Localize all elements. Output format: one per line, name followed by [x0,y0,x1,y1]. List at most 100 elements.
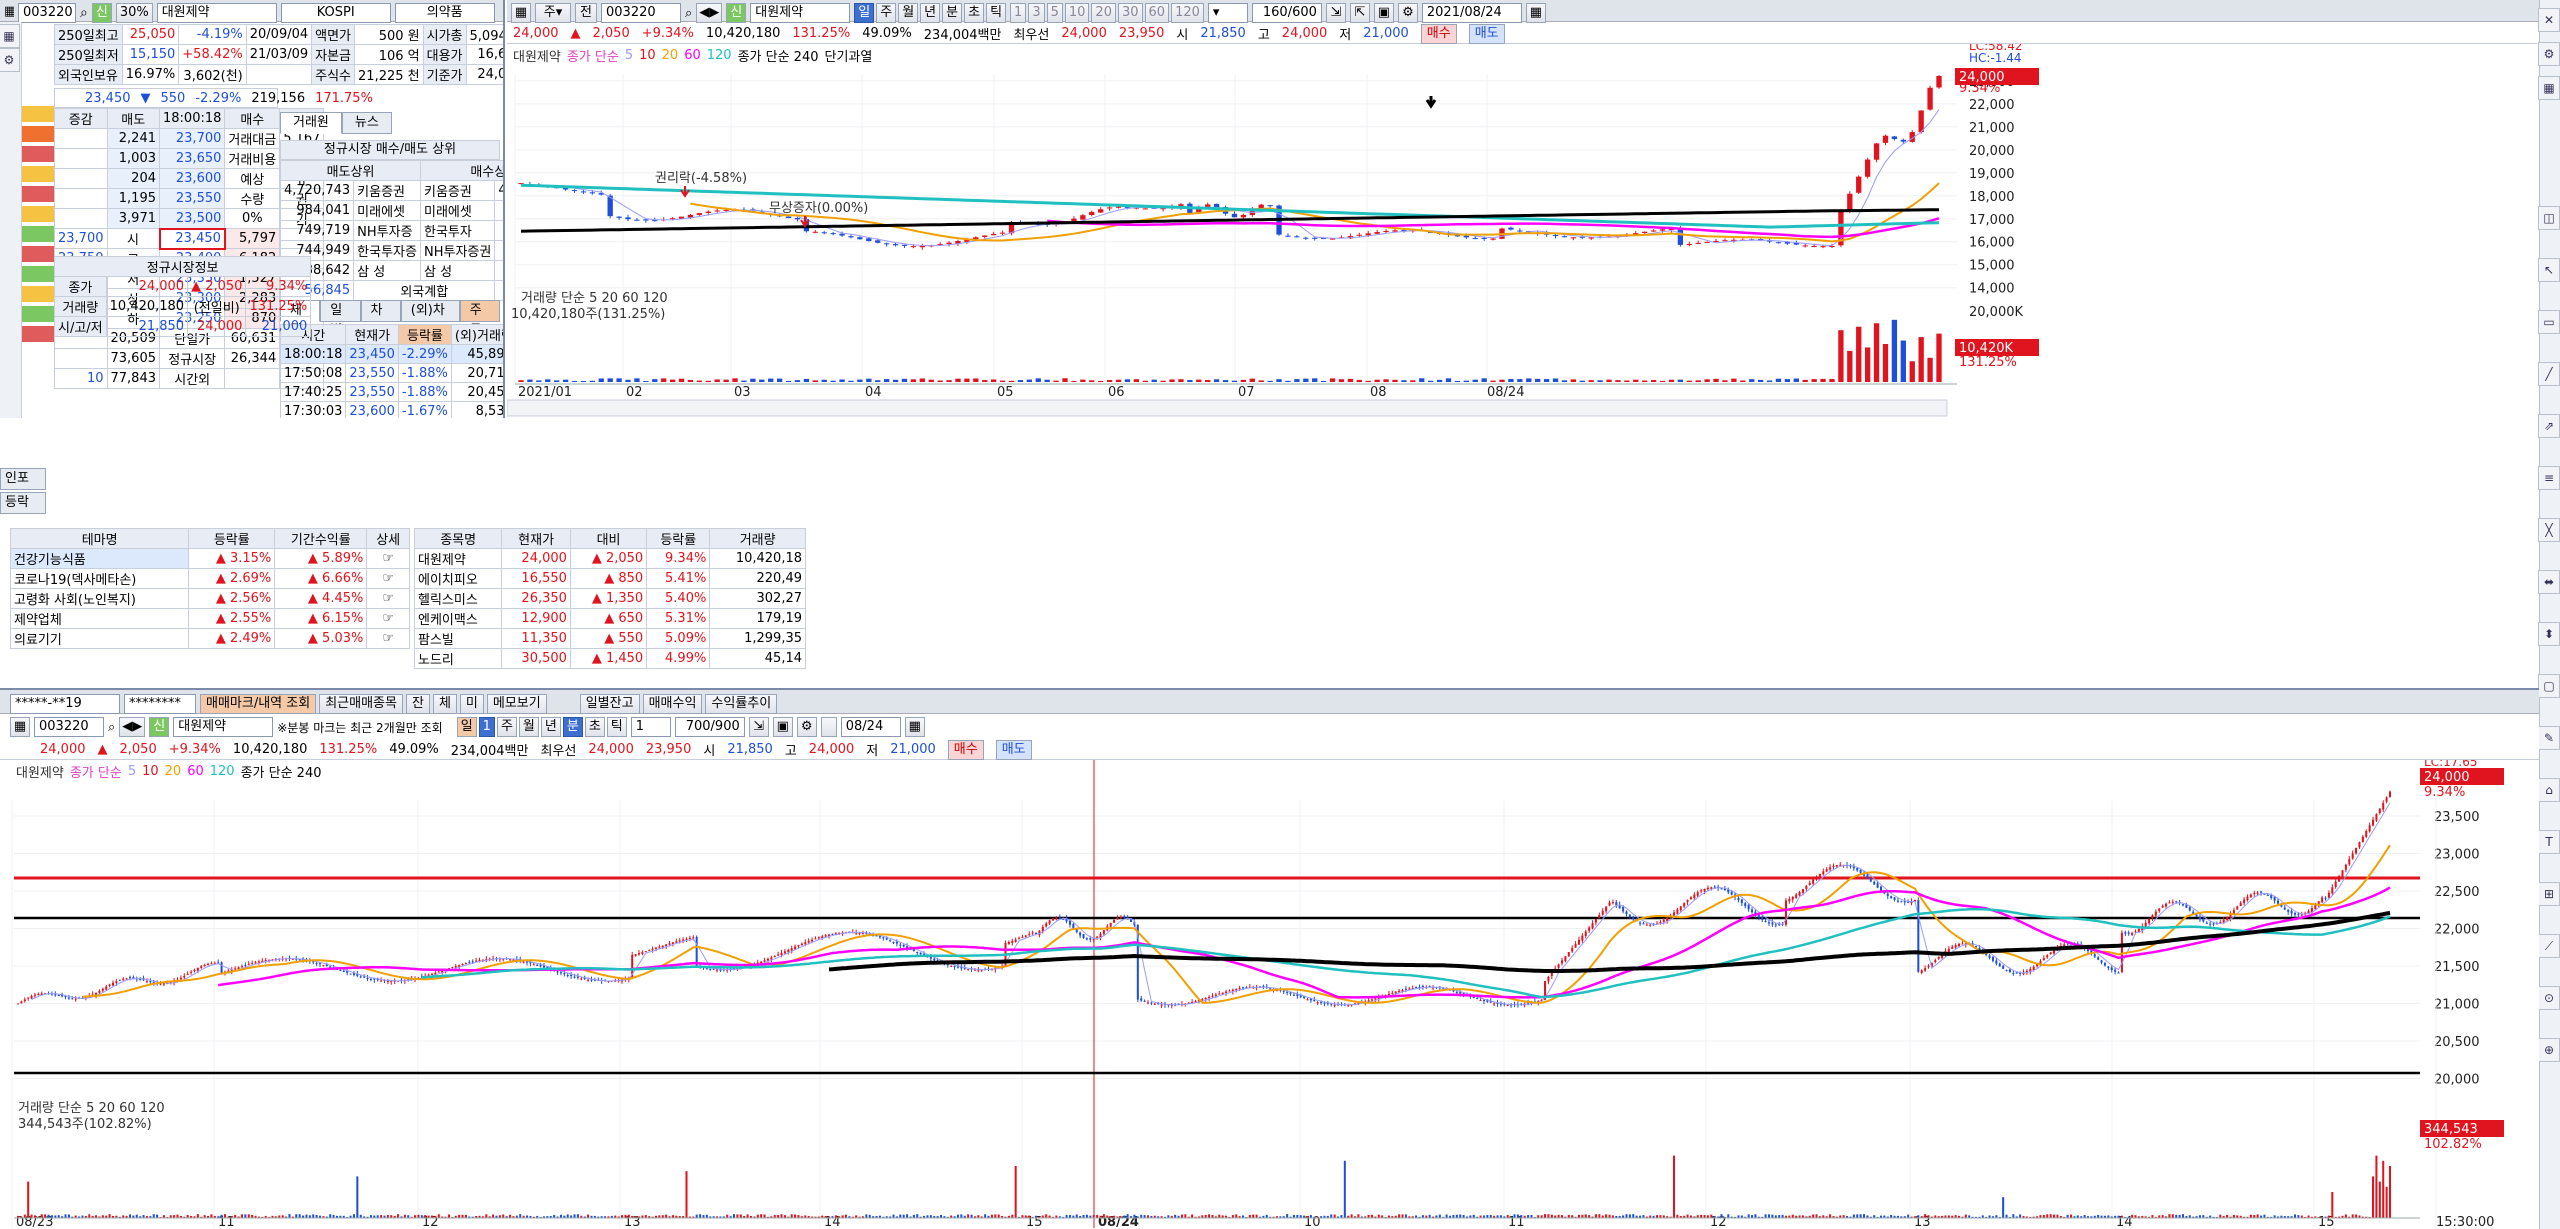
home-icon[interactable]: ⌂ [2538,778,2560,802]
period-button[interactable]: 틱 [986,3,1007,23]
stock-name-input[interactable]: 대원제약 [156,3,277,23]
period-button[interactable]: 일 [854,3,875,23]
daily-code-input[interactable]: 003220 [601,3,681,23]
tag[interactable] [22,326,54,342]
expand-icon[interactable]: ⇲ [748,717,769,737]
tag[interactable] [22,246,54,262]
period-button[interactable]: 월 [898,3,919,23]
period-button[interactable]: 주 [876,3,897,23]
count-input[interactable]: 160/600 [1251,3,1322,23]
settings-icon[interactable]: ⚙ [796,717,817,737]
minute-button[interactable]: 1 [1010,3,1027,23]
fib-icon[interactable]: ⟋ [2538,934,2560,958]
left-tab[interactable]: 등락 [0,492,46,514]
tick-tab[interactable]: 주문 [459,300,500,338]
top-button[interactable]: 일별잔고 [579,694,640,714]
theme-row[interactable]: 코로나19(덱사메타손) ▲ 2.69% ▲ 6.66% ☞ [9,568,410,589]
layout-icon[interactable]: ◫ [2538,206,2560,230]
account-select[interactable]: *****-**19 [10,694,120,714]
broker-tab[interactable]: 뉴스 [341,112,392,134]
pointer-icon[interactable]: ↖ [2538,258,2560,282]
tag[interactable] [22,206,54,222]
hline-icon[interactable]: ⬌ [2538,570,2560,594]
compress-icon[interactable]: ⇱ [1349,3,1370,23]
minute-button[interactable]: 120 [1171,3,1204,23]
detail-icon[interactable]: ☞ [366,608,410,629]
minute-button[interactable]: 60 [1144,3,1170,23]
minute-select[interactable]: ▾ [1207,3,1248,23]
top-button[interactable]: 최근매매종목 [319,694,403,714]
tick-tab[interactable]: 차트 [360,300,401,338]
top-button[interactable]: 수익률추이 [705,694,778,714]
vline-icon[interactable]: ⬍ [2538,622,2560,646]
grid-icon[interactable]: ▦ [2538,76,2560,100]
theme-stock-row[interactable]: 엔케이맥스 12,900 ▲ 650 5.31% 179,19 [413,608,806,629]
text-icon[interactable]: T [2538,830,2560,854]
date-input[interactable]: 2021/08/24 [1421,3,1522,23]
minute-period-button[interactable]: 초 [584,717,605,737]
settings-icon[interactable]: ⚙ [1397,3,1418,23]
period-select[interactable]: 주▾ [535,3,571,23]
pin-icon[interactable]: ▦ [4,3,14,23]
buy-button[interactable]: 매수 [1420,23,1457,44]
minute-period-button[interactable]: 일 [456,717,477,737]
theme-stock-row[interactable]: 대원제약 24,000 ▲ 2,050 9.34% 10,420,18 [413,548,806,569]
top-button[interactable]: 미 [459,694,484,714]
top-button[interactable]: 체 [432,694,457,714]
detail-icon[interactable]: ☞ [366,568,410,589]
password-input[interactable]: ******** [124,694,196,714]
daily-name-input[interactable]: 대원제약 [750,3,851,23]
prev-next-arrows[interactable]: ◀▶ [696,3,723,23]
gear-icon[interactable]: ⚙ [0,48,20,72]
top-button[interactable]: 매매마크/내역 조회 [200,694,317,714]
tick-tab[interactable]: 일별 [320,300,361,338]
theme-stock-row[interactable]: 노드리 30,500 ▲ 1,450 4.99% 45,14 [413,648,806,669]
minute-button[interactable]: 20 [1091,3,1116,23]
date-checkbox[interactable] [820,717,837,737]
circle-icon[interactable]: ⊙ [2538,986,2560,1010]
calendar-icon[interactable]: ▦ [904,717,925,737]
tag[interactable] [22,146,54,162]
grid-icon[interactable]: ▦ [0,24,20,48]
expand-icon[interactable]: ⇲ [1325,3,1346,23]
tag[interactable] [22,106,54,122]
tick-tab[interactable]: (외)차트 [400,300,460,338]
theme-row[interactable]: 제약업체 ▲ 2.55% ▲ 6.15% ☞ [9,608,410,629]
trend-icon[interactable]: ⇗ [2538,414,2560,438]
calendar-icon[interactable]: ▦ [1525,3,1546,23]
tick-select[interactable]: 1 [630,717,671,737]
period-button[interactable]: 년 [920,3,941,23]
save-icon[interactable]: ▣ [1373,3,1394,23]
pen-icon[interactable]: ✎ [2538,726,2560,750]
period-button[interactable]: 초 [964,3,985,23]
minute-name-input[interactable]: 대원제약 [173,717,274,737]
grid-icon[interactable]: ▦ [511,3,531,23]
detail-icon[interactable]: ☞ [366,628,410,649]
top-button[interactable]: 메모보기 [486,694,547,714]
close-icon[interactable]: ✕ [2538,8,2560,32]
stock-code-input[interactable]: 003220 [18,3,76,23]
minute-period-button[interactable]: 월 [518,717,539,737]
detail-icon[interactable]: ☞ [366,548,410,569]
minute-count-input[interactable]: 700/900 [674,717,745,737]
tag[interactable] [22,226,54,242]
minute-button[interactable]: 10 [1064,3,1090,23]
tag[interactable] [22,126,54,142]
theme-stock-row[interactable]: 에이치피오 16,550 ▲ 850 5.41% 220,49 [413,568,806,589]
sell-button[interactable]: 매도 [995,739,1032,760]
minute-button[interactable]: 3 [1028,3,1045,23]
search-icon[interactable]: ⌕ [685,6,692,21]
grid-icon[interactable]: ▦ [10,717,30,737]
detail-icon[interactable]: ☞ [366,588,410,609]
tag[interactable] [22,266,54,282]
table-icon[interactable]: ⊞ [2538,882,2560,906]
sell-button[interactable]: 매도 [1468,23,1505,44]
prev-select[interactable]: 전 [575,3,597,23]
save-icon[interactable]: ▣ [772,717,793,737]
top-button[interactable]: 잔 [405,694,430,714]
tag[interactable] [22,166,54,182]
search-icon[interactable]: ⌕ [80,5,88,21]
top-button[interactable]: 매매수익 [642,694,703,714]
minute-period-button[interactable]: 분 [562,717,583,737]
lines-icon[interactable]: ≡ [2538,466,2560,490]
